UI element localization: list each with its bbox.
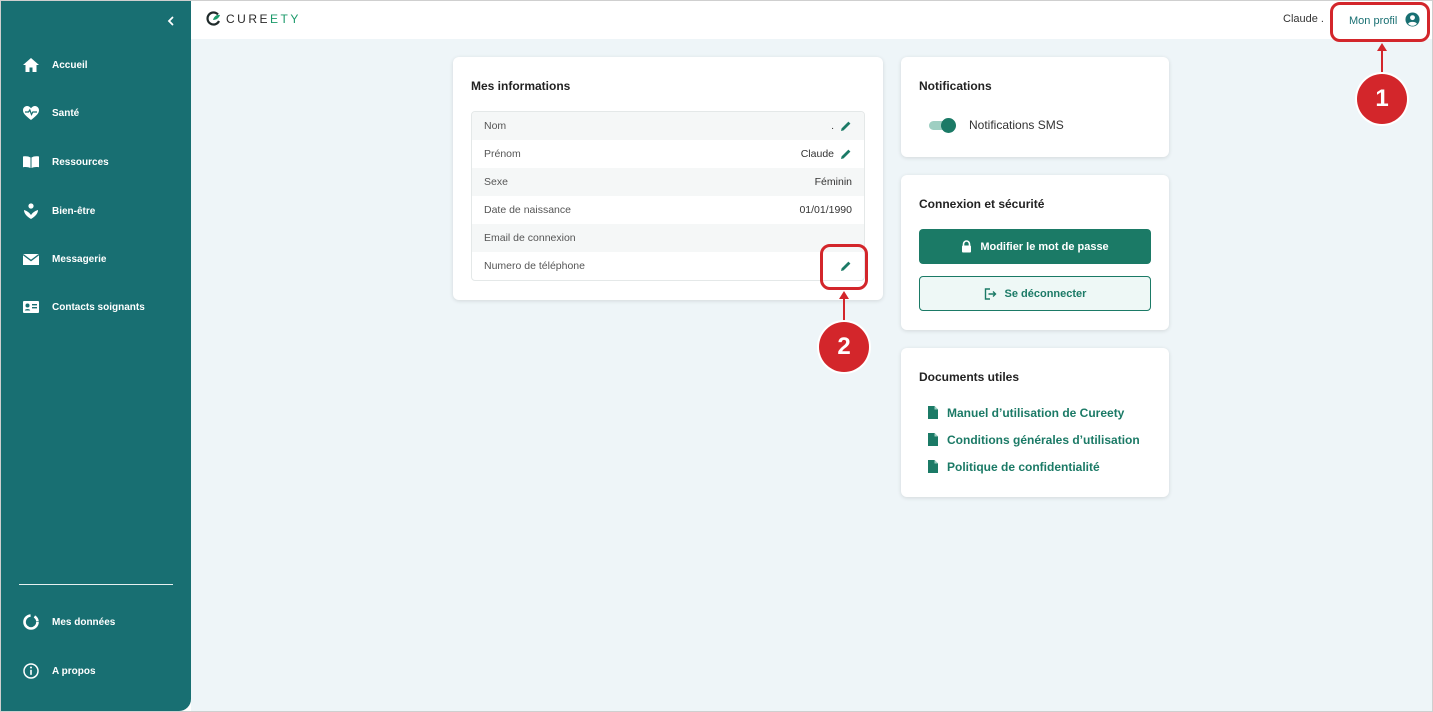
sidebar-item-label: Ressources — [52, 156, 109, 168]
doc-link-politique[interactable]: Politique de confidentialité — [927, 459, 1100, 474]
logout-button[interactable]: Se déconnecter — [919, 276, 1151, 311]
wellbeing-icon — [21, 201, 41, 221]
sms-notifications-label: Notifications SMS — [969, 118, 1064, 132]
info-row-date-naissance: Date de naissance 01/01/1990 — [472, 196, 864, 224]
documents-card-title: Documents utiles — [919, 370, 1020, 384]
sms-toggle-row: Notifications SMS — [929, 118, 1064, 133]
main-content: Mes informations Nom . Prénom Claude Sex… — [191, 39, 1432, 711]
notifications-card-title: Notifications — [919, 79, 992, 93]
brand-wordmark: CUREETY — [226, 12, 301, 26]
sidebar-item-messagerie[interactable]: Messagerie — [1, 242, 191, 276]
sms-notifications-toggle[interactable] — [929, 118, 956, 133]
notifications-card: Notifications Notifications SMS — [901, 57, 1169, 157]
sidebar-item-accueil[interactable]: Accueil — [1, 48, 191, 82]
info-row-sexe: Sexe Féminin — [472, 168, 864, 196]
info-value: . — [831, 120, 834, 132]
info-card-title: Mes informations — [471, 79, 571, 93]
annotation-arrow-line-2 — [843, 298, 845, 325]
annotation-badge-2: 2 — [819, 322, 869, 372]
collapse-sidebar-button[interactable] — [161, 11, 181, 31]
sidebar-item-ressources[interactable]: Ressources — [1, 145, 191, 179]
doc-link-conditions[interactable]: Conditions générales d’utilisation — [927, 432, 1140, 447]
donut-icon — [21, 612, 41, 632]
highlight-edit-telephone — [820, 244, 868, 290]
info-value: Féminin — [814, 176, 852, 188]
sidebar-item-label: Contacts soignants — [52, 301, 145, 313]
document-icon — [927, 405, 939, 420]
security-card: Connexion et sécurité Modifier le mot de… — [901, 175, 1169, 330]
cureety-leaf-icon — [206, 11, 220, 26]
user-name: Claude . — [1283, 13, 1324, 25]
sidebar-item-label: A propos — [52, 665, 96, 677]
document-icon — [927, 432, 939, 447]
logout-icon — [984, 287, 997, 300]
security-card-title: Connexion et sécurité — [919, 197, 1045, 211]
info-label: Email de connexion — [484, 232, 576, 244]
sidebar-item-bien-etre[interactable]: Bien-être — [1, 194, 191, 228]
top-bar: CUREETY Claude . Mon profil — [191, 1, 1432, 39]
doc-link-label: Conditions générales d’utilisation — [947, 432, 1140, 447]
sidebar-item-contacts-soignants[interactable]: Contacts soignants — [1, 290, 191, 324]
mail-icon — [21, 249, 41, 269]
info-row-telephone: Numero de téléphone — [472, 252, 864, 280]
sidebar-item-mes-donnees[interactable]: Mes données — [1, 605, 191, 639]
heart-icon — [21, 103, 41, 123]
book-icon — [21, 152, 41, 172]
doc-link-manuel[interactable]: Manuel d’utilisation de Cureety — [927, 405, 1124, 420]
info-label: Nom — [484, 120, 507, 132]
info-card: Mes informations Nom . Prénom Claude Sex… — [453, 57, 883, 300]
doc-link-label: Politique de confidentialité — [947, 459, 1100, 474]
contact-card-icon — [21, 297, 41, 317]
highlight-mon-profil — [1330, 2, 1430, 42]
chevron-left-icon — [167, 16, 174, 26]
home-icon — [21, 55, 41, 75]
sidebar-item-label: Santé — [52, 107, 80, 119]
info-row-nom: Nom . — [472, 112, 864, 140]
info-value: 01/01/1990 — [799, 204, 852, 216]
info-table: Nom . Prénom Claude Sexe Féminin Date de… — [471, 111, 865, 281]
info-row-prenom: Prénom Claude — [472, 140, 864, 168]
info-label: Numero de téléphone — [484, 260, 585, 272]
sidebar-item-label: Bien-être — [52, 205, 96, 217]
sidebar-item-label: Messagerie — [52, 253, 107, 265]
toggle-knob — [941, 118, 956, 133]
edit-nom-pencil-icon[interactable] — [840, 120, 852, 132]
sidebar-item-label: Mes données — [52, 616, 116, 628]
annotation-badge-1: 1 — [1357, 74, 1407, 124]
sidebar-item-a-propos[interactable]: A propos — [1, 654, 191, 688]
edit-prenom-pencil-icon[interactable] — [840, 148, 852, 160]
info-label: Date de naissance — [484, 204, 571, 216]
sidebar-item-label: Accueil — [52, 59, 88, 71]
change-password-button[interactable]: Modifier le mot de passe — [919, 229, 1151, 264]
lock-icon — [961, 240, 972, 253]
sidebar-divider — [19, 584, 173, 585]
document-icon — [927, 459, 939, 474]
info-row-email: Email de connexion — [472, 224, 864, 252]
change-password-label: Modifier le mot de passe — [980, 240, 1109, 253]
info-value: Claude — [800, 148, 834, 160]
documents-card: Documents utiles Manuel d’utilisation de… — [901, 348, 1169, 497]
info-label: Prénom — [484, 148, 521, 160]
logout-label: Se déconnecter — [1004, 287, 1087, 300]
doc-link-label: Manuel d’utilisation de Cureety — [947, 405, 1125, 420]
info-label: Sexe — [484, 176, 508, 188]
sidebar: Accueil Santé Ressources Bien-être Messa… — [1, 1, 191, 711]
info-icon — [21, 661, 41, 681]
sidebar-item-sante[interactable]: Santé — [1, 96, 191, 130]
cureety-logo[interactable]: CUREETY — [205, 11, 301, 27]
